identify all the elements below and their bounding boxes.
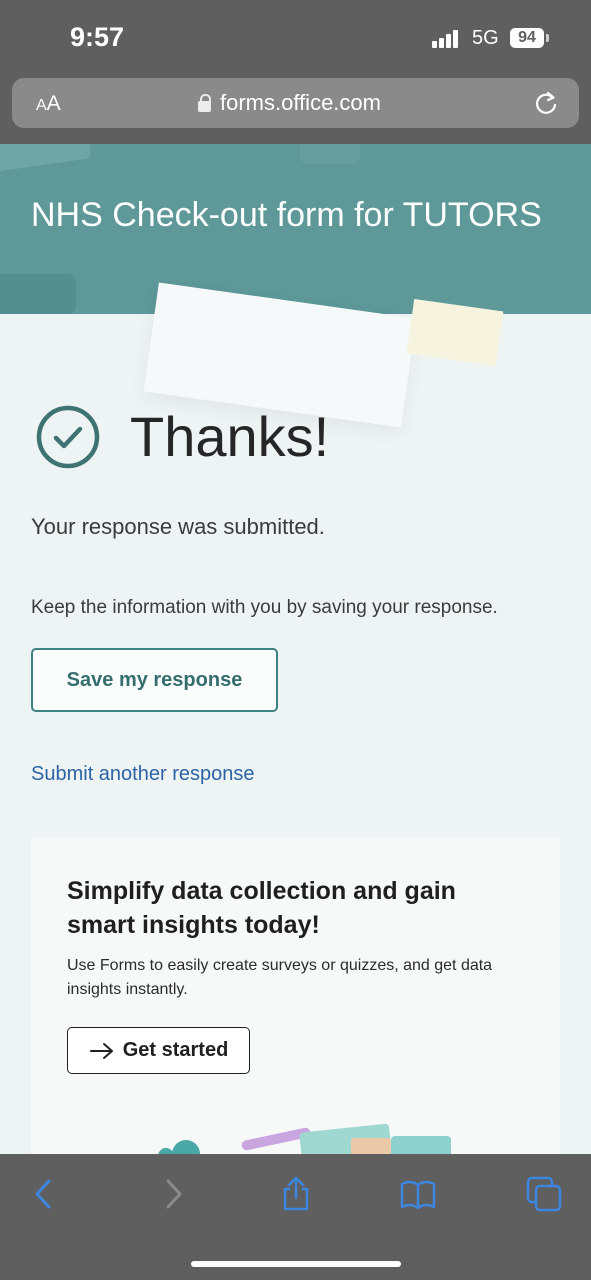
browser-chrome: 9:57 5G 94 AA forms.office.com [0, 0, 591, 144]
check-circle-icon [36, 405, 100, 469]
lock-icon [198, 94, 211, 112]
reload-icon[interactable] [532, 89, 560, 117]
background-note [406, 299, 504, 366]
forward-icon[interactable] [155, 1176, 191, 1212]
form-header-banner: NHS Check-out form for TUTORS [0, 144, 591, 314]
home-indicator[interactable] [191, 1261, 401, 1267]
battery-nub [546, 34, 549, 42]
battery-icon: 94 [510, 28, 544, 48]
network-type: 5G [472, 27, 499, 49]
signal-icon [432, 30, 464, 48]
banner-decoration [300, 144, 360, 164]
back-icon[interactable] [26, 1176, 62, 1212]
bookmarks-icon[interactable] [400, 1176, 436, 1212]
address-bar[interactable]: AA forms.office.com [12, 78, 579, 128]
promo-card: Simplify data collection and gain smart … [31, 838, 560, 1154]
submit-another-link[interactable]: Submit another response [31, 763, 254, 786]
banner-decoration [0, 144, 92, 174]
get-started-label: Get started [122, 1039, 229, 1061]
promo-title: Simplify data collection and gain smart … [67, 877, 456, 939]
form-title: NHS Check-out form for TUTORS [31, 196, 542, 234]
banner-decoration [0, 274, 76, 314]
url-text[interactable]: forms.office.com [220, 90, 381, 116]
text-size-button[interactable]: AA [36, 92, 61, 116]
arrow-right-icon [89, 1042, 113, 1059]
promo-illustration [158, 1123, 451, 1154]
save-response-button[interactable]: Save my response [31, 648, 278, 712]
share-icon[interactable] [278, 1176, 314, 1212]
submitted-message: Your response was submitted. [31, 514, 325, 539]
get-started-button[interactable]: Get started [67, 1027, 250, 1074]
promo-description: Use Forms to easily create surveys or qu… [67, 957, 493, 998]
tabs-icon[interactable] [526, 1176, 562, 1212]
save-hint: Keep the information with you by saving … [31, 597, 498, 618]
thanks-heading: Thanks! [130, 405, 330, 468]
status-time: 9:57 [70, 22, 125, 52]
